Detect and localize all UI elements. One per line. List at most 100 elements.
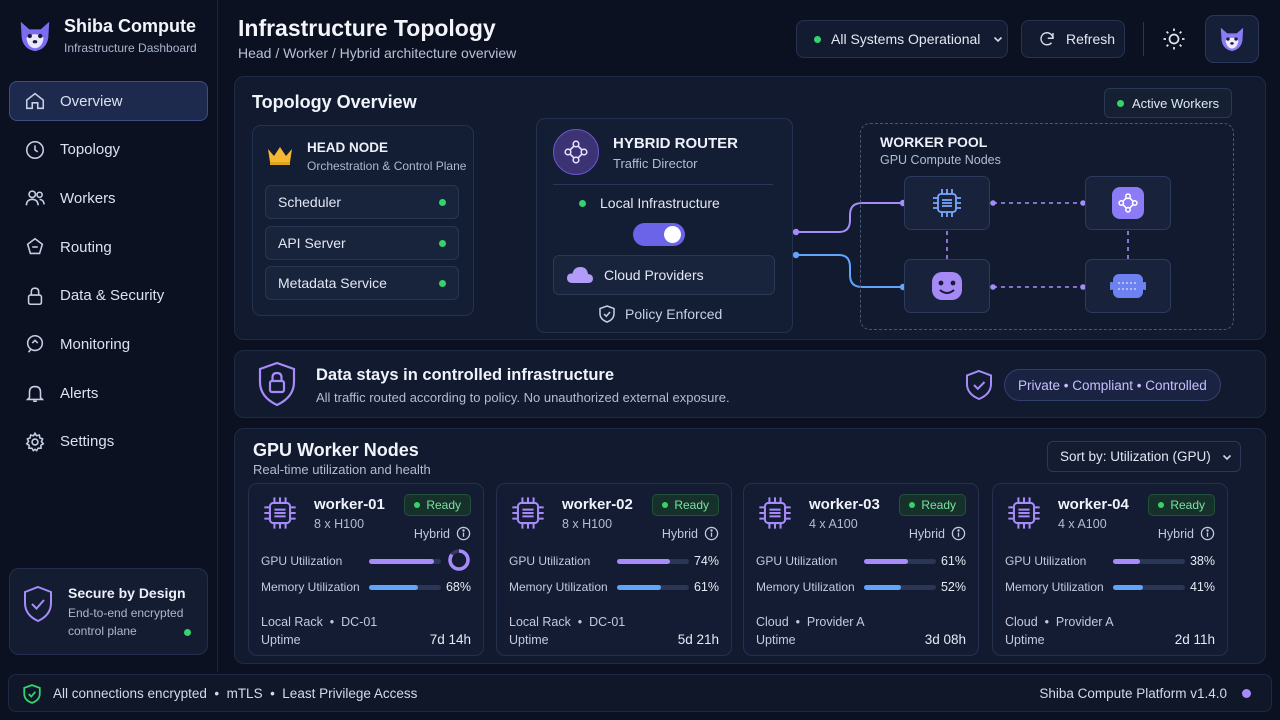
- worker-mode: Hybrid: [1158, 526, 1215, 541]
- status-dot: [579, 200, 586, 207]
- shield-lock-icon: [258, 361, 296, 407]
- worker-name: worker-01: [314, 496, 385, 513]
- status-dot: [909, 502, 916, 508]
- nav-item-alerts[interactable]: Alerts: [9, 373, 208, 413]
- gpu-section-subtitle: Real-time utilization and health: [253, 462, 431, 477]
- shiba-logo-icon: [20, 21, 50, 51]
- mode-label: Hybrid: [413, 526, 450, 541]
- worker-location: Local Rack • DC-01: [509, 615, 626, 629]
- shield-check-icon: [24, 585, 52, 623]
- info-icon[interactable]: [704, 526, 719, 541]
- info-icon[interactable]: [1200, 526, 1215, 541]
- cloud-providers-item[interactable]: Cloud Providers: [553, 255, 775, 295]
- uptime-value: 2d 11h: [1174, 632, 1215, 647]
- router-title: HYBRID ROUTER: [613, 135, 739, 152]
- system-status-dropdown[interactable]: All Systems Operational: [796, 20, 1008, 58]
- worker-mode: Hybrid: [909, 526, 966, 541]
- worker-location: Cloud • Provider A: [756, 615, 865, 629]
- cpu-chip-icon: [933, 189, 961, 217]
- mode-label: Hybrid: [1157, 526, 1194, 541]
- gear-icon: [25, 431, 45, 452]
- mem-util-label: Memory Utilization: [261, 580, 360, 594]
- policy-enforced-label: Policy Enforced: [599, 305, 722, 323]
- mem-util-bar: [864, 585, 936, 590]
- clock-icon: [25, 140, 45, 159]
- gpu-util-bar: [864, 559, 936, 564]
- uptime-label: Uptime: [756, 633, 796, 647]
- sort-dropdown[interactable]: Sort by: Utilization (GPU): [1047, 441, 1241, 472]
- local-infra-label: Local Infrastructure: [600, 195, 720, 211]
- info-icon[interactable]: [951, 526, 966, 541]
- nav-item-routing[interactable]: Routing: [9, 227, 208, 267]
- gpu-worker-card[interactable]: worker-02 8 x H100 Ready Hybrid GPU Utilizat…: [496, 483, 732, 656]
- bell-icon: [25, 385, 45, 403]
- uptime-value: 5d 21h: [677, 632, 719, 647]
- nav-label: Topology: [60, 141, 121, 159]
- worker-location: Cloud • Provider A: [1005, 615, 1114, 629]
- mem-util-bar: [369, 585, 441, 590]
- nav-item-data-security[interactable]: Data & Security: [9, 276, 208, 316]
- refresh-icon: [1040, 32, 1054, 46]
- shield-check-icon: [966, 369, 992, 401]
- nav-label: Overview: [60, 92, 123, 110]
- nav-label: Data & Security: [60, 287, 165, 305]
- nav-label: Monitoring: [60, 335, 131, 353]
- brand-title: Shiba Compute: [64, 16, 197, 36]
- pool-node-hub[interactable]: [1085, 176, 1171, 230]
- gpu-worker-card[interactable]: worker-03 4 x A100 Ready Hybrid GPU Utilizat…: [743, 483, 979, 656]
- gpu-util-value: 38%: [1189, 554, 1215, 568]
- nav-item-topology[interactable]: Topology: [9, 130, 208, 170]
- service-scheduler[interactable]: Scheduler: [265, 185, 459, 219]
- service-metadata[interactable]: Metadata Service: [265, 266, 459, 300]
- sidebar: Shiba Compute Infrastructure Dashboard O…: [0, 0, 218, 672]
- footer-security-text: All connections encrypted • mTLS • Least…: [53, 686, 418, 701]
- gpu-util-fill: [617, 559, 671, 564]
- status-badge: Ready: [899, 494, 966, 516]
- mem-util-label: Memory Utilization: [509, 580, 608, 594]
- hub-tile: [1112, 187, 1144, 219]
- uptime-value: 3d 08h: [924, 632, 966, 647]
- header-divider: [1143, 22, 1144, 56]
- worker-mode: Hybrid: [662, 526, 719, 541]
- gpu-util-label: GPU Utilization: [509, 554, 591, 568]
- hybrid-router-card: HYBRID ROUTER Traffic Director Local Inf…: [536, 118, 793, 333]
- status-dot: [662, 502, 669, 508]
- pool-node-mascot[interactable]: [904, 259, 990, 313]
- mode-label: Hybrid: [661, 526, 698, 541]
- chevron-down-icon: [994, 36, 1003, 43]
- worker-name: worker-04: [1058, 496, 1129, 513]
- cpu-chip-icon: [759, 497, 791, 529]
- nav-item-overview[interactable]: Overview: [9, 81, 208, 121]
- status-label: All Systems Operational: [831, 31, 981, 47]
- gpu-worker-card[interactable]: worker-04 4 x A100 Ready Hybrid GPU Utilizat…: [992, 483, 1228, 656]
- local-cloud-toggle[interactable]: [633, 223, 685, 246]
- gpu-worker-card[interactable]: worker-01 8 x H100 Ready Hybrid GPU Utilizat…: [248, 483, 484, 656]
- gpu-util-bar: [369, 559, 441, 564]
- service-label: API Server: [278, 235, 346, 251]
- pool-node-chip[interactable]: [904, 176, 990, 230]
- brand[interactable]: Shiba Compute Infrastructure Dashboard: [16, 16, 197, 55]
- mem-util-bar: [617, 585, 689, 590]
- brand-subtitle: Infrastructure Dashboard: [64, 41, 197, 55]
- nav-item-monitoring[interactable]: Monitoring: [9, 324, 208, 364]
- user-avatar[interactable]: [1205, 15, 1259, 63]
- secure-card-text-1: End-to-end encrypted: [68, 606, 184, 620]
- info-icon[interactable]: [456, 526, 471, 541]
- service-label: Scheduler: [278, 194, 342, 210]
- refresh-button[interactable]: Refresh: [1021, 20, 1125, 58]
- service-api-server[interactable]: API Server: [265, 226, 459, 260]
- server-icon: [1110, 274, 1146, 298]
- worker-pool-subtitle: GPU Compute Nodes: [880, 153, 1001, 167]
- nav-item-workers[interactable]: Workers: [9, 178, 208, 218]
- status-dot: [1158, 502, 1165, 508]
- head-node-subtitle: Orchestration & Control Plane: [307, 159, 467, 173]
- shield-check-icon: [23, 684, 41, 704]
- nav-label: Workers: [60, 189, 116, 207]
- version-dot: [1242, 689, 1251, 698]
- cpu-chip-icon: [512, 497, 544, 529]
- toggle-knob: [664, 226, 681, 243]
- nav-menu: Overview Topology Workers Routing Data &…: [9, 81, 208, 471]
- pool-node-server[interactable]: [1085, 259, 1171, 313]
- nav-item-settings[interactable]: Settings: [9, 422, 208, 462]
- theme-toggle-sun-icon[interactable]: [1162, 27, 1186, 51]
